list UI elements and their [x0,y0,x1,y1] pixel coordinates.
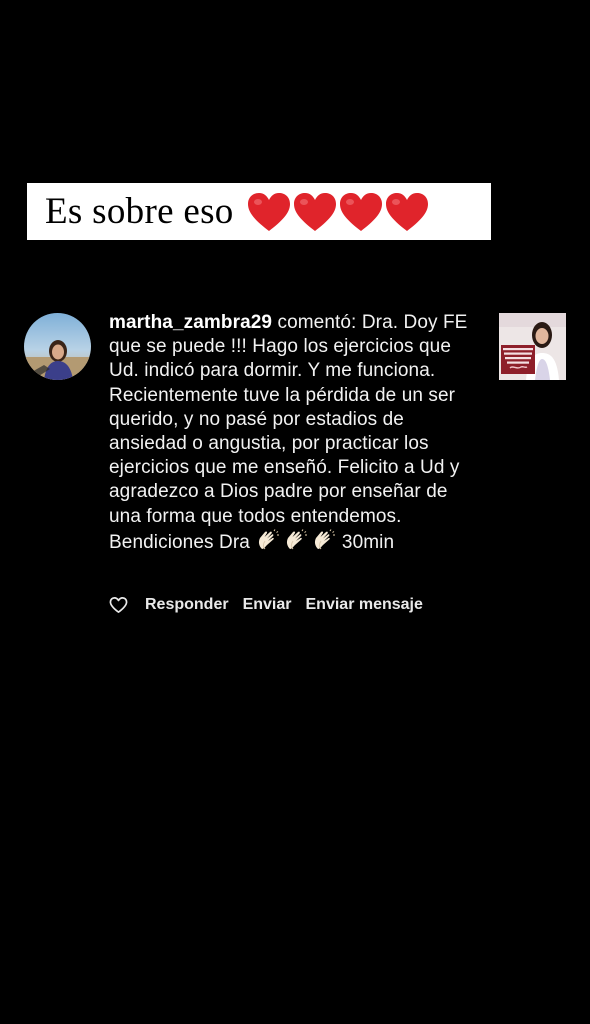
clapping-hands-icon [314,529,335,550]
red-heart-icon [293,192,336,231]
clapping-hands-icon [286,529,307,550]
reply-button[interactable]: Responder [145,596,229,614]
send-button[interactable]: Enviar [243,596,292,614]
post-thumbnail-image [499,313,566,380]
clapping-emojis [256,529,336,551]
avatar-photo [24,313,91,380]
comment-body: Dra. Doy FE que se puede !!! Hago los ej… [109,312,468,553]
caption-sticker: Es sobre eso [27,183,491,240]
red-heart-icon [247,192,290,231]
avatar[interactable] [24,313,91,380]
red-heart-icon [339,192,382,231]
heart-outline-icon[interactable] [109,596,128,614]
caption-text: Es sobre eso [45,191,234,232]
post-thumbnail[interactable] [499,313,566,380]
red-heart-icon [385,192,428,231]
comment-actions: Responder Enviar Enviar mensaje [109,596,437,614]
comment-text: martha_zambra29 comentó: Dra. Doy FE que… [109,311,481,555]
send-message-button[interactable]: Enviar mensaje [306,596,423,614]
hearts-row [246,191,430,233]
clapping-hands-icon [258,529,279,550]
comment-username[interactable]: martha_zambra29 [109,312,272,333]
comment-timestamp: 30min [341,531,395,553]
comment-verb: comentó: [277,312,357,333]
